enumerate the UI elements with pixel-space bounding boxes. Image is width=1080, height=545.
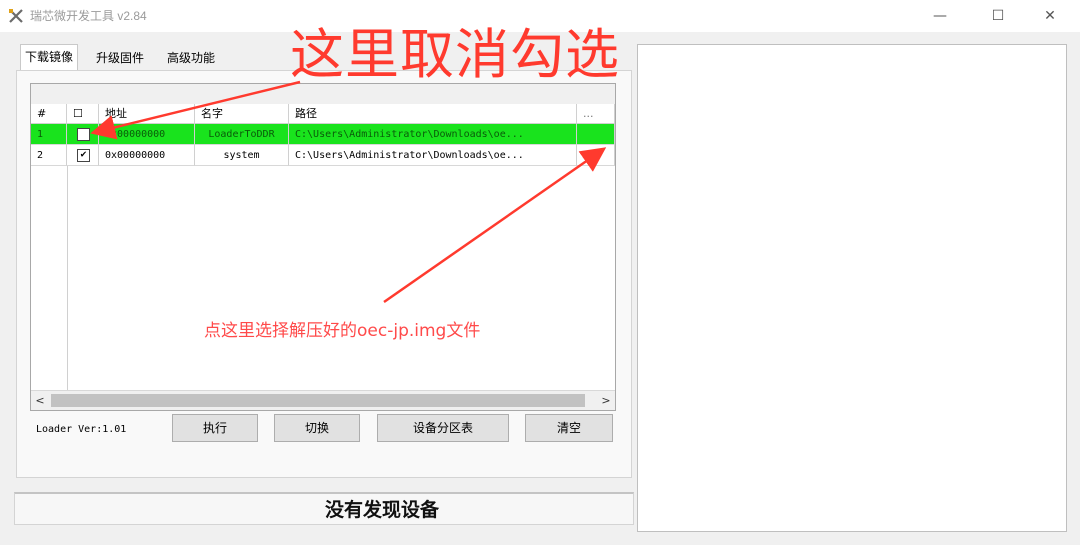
header-browse: ...	[577, 104, 615, 124]
row-path[interactable]: C:\Users\Administrator\Downloads\oe...	[289, 145, 577, 166]
row-browse-button[interactable]	[577, 145, 615, 166]
row-index: 1	[31, 124, 67, 145]
run-button[interactable]: 执行	[172, 414, 258, 442]
tab-download-image[interactable]: 下载镜像	[20, 44, 79, 71]
window-title: 瑞芯微开发工具 v2.84	[30, 9, 147, 23]
row-index: 2	[31, 145, 67, 166]
tab-upgrade-firmware[interactable]: 升级固件	[92, 46, 148, 70]
partition-table-button[interactable]: 设备分区表	[377, 414, 509, 442]
row-address[interactable]: 0x00000000	[99, 145, 195, 166]
row-check-cell[interactable]: ✔	[67, 145, 99, 166]
horizontal-scrollbar[interactable]: < >	[31, 390, 615, 410]
row-checkbox[interactable]: ✔	[77, 149, 90, 162]
close-button[interactable]: ✕	[1030, 4, 1070, 28]
scroll-right-icon[interactable]: >	[597, 391, 615, 410]
row-path[interactable]: C:\Users\Administrator\Downloads\oe...	[289, 124, 577, 145]
row-checkbox[interactable]	[77, 128, 90, 141]
header-address: 地址	[99, 104, 195, 124]
header-path: 路径	[289, 104, 577, 124]
loader-version: Loader Ver:1.01	[36, 424, 127, 435]
image-table: # ☐ 地址 名字 路径 ... 1 0x00000000 LoaderToDD…	[30, 83, 616, 411]
row-check-cell[interactable]	[67, 124, 99, 145]
table-row[interactable]: 2 ✔ 0x00000000 system C:\Users\Administr…	[31, 145, 615, 166]
row-browse-button[interactable]	[577, 124, 615, 145]
index-column-rule	[31, 166, 68, 390]
header-check-all[interactable]: ☐	[67, 104, 99, 124]
clear-button[interactable]: 清空	[525, 414, 613, 442]
switch-button[interactable]: 切换	[274, 414, 360, 442]
scroll-left-icon[interactable]: <	[31, 391, 49, 410]
maximize-button[interactable]: ☐	[978, 4, 1018, 28]
scroll-thumb[interactable]	[51, 394, 585, 407]
row-name[interactable]: system	[195, 145, 289, 166]
header-index: #	[31, 104, 67, 124]
row-name[interactable]: LoaderToDDR	[195, 124, 289, 145]
annotation-uncheck: 这里取消勾选	[290, 23, 620, 86]
row-address[interactable]: 0x00000000	[99, 124, 195, 145]
table-row[interactable]: 1 0x00000000 LoaderToDDR C:\Users\Admini…	[31, 124, 615, 145]
log-panel[interactable]	[637, 44, 1067, 532]
header-name: 名字	[195, 104, 289, 124]
tab-advanced-features[interactable]: 高级功能	[163, 46, 219, 70]
annotation-choose-file: 点这里选择解压好的oec-jp.img文件	[204, 321, 481, 341]
minimize-button[interactable]: —	[920, 4, 960, 28]
app-logo-icon	[9, 9, 23, 23]
